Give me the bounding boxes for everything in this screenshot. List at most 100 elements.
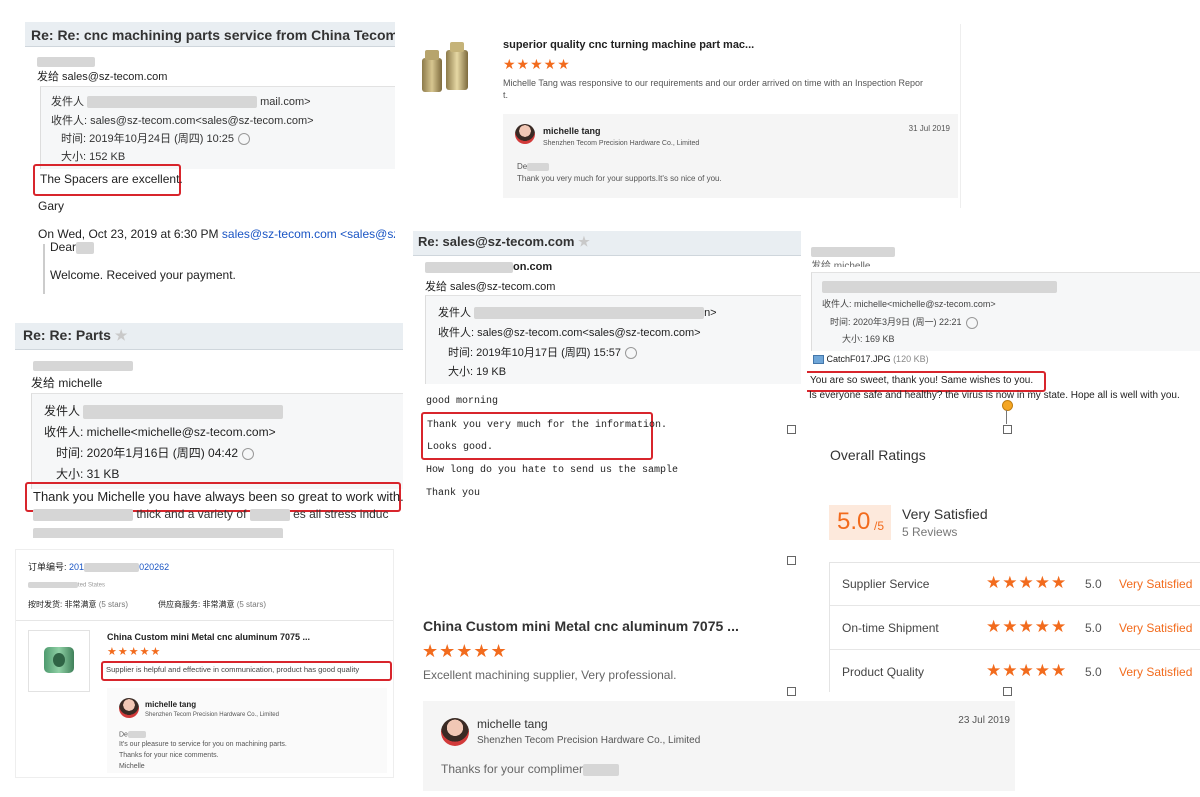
clock-icon bbox=[965, 316, 978, 329]
highlight-box: You are so sweet, thank you! Same wishes… bbox=[807, 371, 1046, 392]
highlight-line-2: Looks good. bbox=[427, 442, 494, 453]
ratings-heading: Overall Ratings bbox=[830, 447, 926, 463]
resize-handle[interactable] bbox=[1003, 425, 1012, 434]
attachment-name[interactable]: CatchF017.JPG bbox=[827, 354, 891, 364]
email-meta: 发件人 n> 收件人: sales@sz-tecom.com<sales@sz-… bbox=[425, 295, 801, 384]
product-title[interactable]: China Custom mini Metal cnc aluminum 707… bbox=[423, 618, 739, 634]
reply-line-2: Thanks for your nice comments. bbox=[119, 752, 219, 759]
reply-date: 23 Jul 2019 bbox=[958, 715, 1010, 726]
email-meta: 发件人 收件人: michelle<michelle@sz-tecom.com>… bbox=[31, 393, 403, 489]
to-line: 发给 michelle bbox=[31, 376, 103, 390]
email-header: Re: Re: cnc machining parts service from… bbox=[25, 22, 395, 47]
score-badge: 5.0 /5 bbox=[829, 505, 891, 540]
row-verdict: Very Satisfied bbox=[1119, 577, 1193, 591]
resize-handle[interactable] bbox=[1003, 687, 1012, 696]
highlight-text: Thank you Michelle you have always been … bbox=[33, 489, 403, 504]
row-name: On-time Shipment bbox=[842, 621, 939, 635]
row-verdict: Very Satisfied bbox=[1119, 665, 1193, 679]
size: 大小: 152 KB bbox=[61, 151, 126, 163]
resize-handle[interactable] bbox=[787, 425, 796, 434]
review-text: Excellent machining supplier, Very profe… bbox=[423, 668, 677, 682]
time: 时间: 2020年3月9日 (周一) 22:21 bbox=[830, 317, 962, 327]
thanks-line: Thank you bbox=[426, 488, 481, 499]
from-label: 发件人 bbox=[51, 96, 84, 108]
email-to: 发给 sales@sz-tecom.com bbox=[37, 56, 167, 84]
ship-rating: 按时发货: 非常满意 (5 stars) bbox=[28, 600, 129, 609]
rating-stars: ★★★★★ bbox=[107, 646, 162, 658]
quote-email-link[interactable]: sales@sz-tecom.com bbox=[222, 227, 337, 241]
from-tail: mail.com> bbox=[260, 96, 311, 108]
reply-dear: De bbox=[119, 731, 146, 738]
body-line-2: Is everyone safe and healthy? the virus … bbox=[809, 390, 1180, 401]
recipient: 收件人: michelle<michelle@sz-tecom.com> bbox=[822, 299, 996, 309]
avatar bbox=[119, 698, 139, 718]
row-name: Product Quality bbox=[842, 665, 925, 679]
email-panel-information: Re: sales@sz-tecom.com ★ on.com 发给 sales… bbox=[413, 231, 801, 531]
reply-company: Shenzhen Tecom Precision Hardware Co., L… bbox=[145, 712, 279, 718]
avatar bbox=[515, 124, 535, 144]
rating-stars: ★★★★★ bbox=[422, 641, 508, 661]
review-panel-turning-part: superior quality cnc turning machine par… bbox=[408, 24, 961, 208]
signature: Gary bbox=[38, 199, 65, 213]
product-title[interactable]: superior quality cnc turning machine par… bbox=[503, 39, 754, 51]
supplier-reply: michelle tang Shenzhen Tecom Precision H… bbox=[107, 688, 387, 773]
email-subject: Re: sales@sz-tecom.com ★ bbox=[418, 234, 590, 249]
attachment-size: (120 KB) bbox=[893, 354, 929, 364]
dear-line: Dear bbox=[50, 240, 95, 254]
row-stars: ★★★★★ bbox=[986, 573, 1068, 592]
to-line: 发给 sales@sz-tecom.com bbox=[37, 71, 168, 83]
resize-handle[interactable] bbox=[787, 556, 796, 565]
email-meta: 发件人 mail.com> 收件人: sales@sz-tecom.com<sa… bbox=[40, 86, 395, 169]
reply-name: michelle tang bbox=[477, 717, 548, 731]
row-value: 5.0 bbox=[1085, 577, 1102, 591]
image-file-icon bbox=[813, 355, 824, 365]
supplier-reply: michelle tang Shenzhen Tecom Precision H… bbox=[423, 701, 1015, 791]
rating-row: Product Quality ★★★★★ 5.0 Very Satisfied bbox=[830, 651, 1200, 691]
service-rating: 供应商服务: 非常满意 (5 stars) bbox=[158, 600, 267, 609]
buyer-country: ted States bbox=[28, 582, 105, 589]
product-title[interactable]: China Custom mini Metal cnc aluminum 707… bbox=[107, 632, 310, 642]
email-panel-parts: Re: Re: Parts ★ 发给 michelle 发件人 收件人: mic… bbox=[15, 323, 403, 538]
star-icon[interactable]: ★ bbox=[578, 234, 590, 249]
quote-email-link-2[interactable]: <sales@sz-tecom bbox=[340, 227, 395, 241]
body-line-2: thick and a variety of es all stress ind… bbox=[33, 507, 388, 521]
time: 时间: 2019年10月24日 (周四) 10:25 bbox=[61, 133, 235, 145]
avatar bbox=[441, 718, 469, 746]
reply-line-1: It's our pleasure to service for you on … bbox=[119, 741, 287, 748]
highlight-text: The Spacers are excellent. bbox=[40, 172, 183, 186]
rating-row: Supplier Service ★★★★★ 5.0 Very Satisfie… bbox=[830, 563, 1200, 606]
rating-stars: ★★★★★ bbox=[503, 56, 571, 72]
reply-dear: De bbox=[517, 162, 550, 171]
row-value: 5.0 bbox=[1085, 665, 1102, 679]
clock-icon bbox=[238, 133, 251, 146]
row-stars: ★★★★★ bbox=[986, 617, 1068, 636]
reply-company: Shenzhen Tecom Precision Hardware Co., L… bbox=[477, 735, 701, 746]
product-thumbnail[interactable] bbox=[416, 38, 478, 100]
star-icon[interactable]: ★ bbox=[115, 327, 128, 343]
highlight-box: Thank you very much for the information.… bbox=[421, 412, 667, 460]
reply-text: Thank you very much for your supports.It… bbox=[517, 174, 722, 183]
quote-intro: On Wed, Oct 23, 2019 at 6:30 PM bbox=[38, 227, 219, 241]
product-thumbnail[interactable] bbox=[28, 630, 90, 692]
size: 大小: 19 KB bbox=[448, 366, 507, 378]
ratings-table: Supplier Service ★★★★★ 5.0 Very Satisfie… bbox=[829, 562, 1200, 692]
order-review-panel: 订单编号: 201 020262 ted States 按时发货: 非常满意 (5… bbox=[15, 549, 394, 778]
highlight-text: You are so sweet, thank you! Same wishes… bbox=[810, 375, 1034, 386]
row-verdict: Very Satisfied bbox=[1119, 621, 1193, 635]
highlight-box: The Spacers are excellent. bbox=[33, 164, 183, 196]
review-count: 5 Reviews bbox=[902, 525, 958, 539]
row-value: 5.0 bbox=[1085, 621, 1102, 635]
rating-row: On-time Shipment ★★★★★ 5.0 Very Satisfie… bbox=[830, 607, 1200, 650]
email-subject: Re: Re: cnc machining parts service from… bbox=[31, 27, 395, 43]
from-label: 发件人 bbox=[44, 404, 81, 418]
review-text: Michelle Tang was responsive to our requ… bbox=[503, 78, 924, 100]
recipient: 收件人: michelle<michelle@sz-tecom.com> bbox=[44, 425, 276, 439]
attachment[interactable]: CatchF017.JPG (120 KB) bbox=[813, 354, 929, 365]
supplier-reply: michelle tang Shenzhen Tecom Precision H… bbox=[503, 114, 958, 198]
score-value: 5.0 bbox=[837, 508, 871, 535]
reply-line-3: Michelle bbox=[119, 763, 145, 770]
resize-handle[interactable] bbox=[787, 687, 796, 696]
rotate-handle[interactable] bbox=[1002, 400, 1013, 411]
question-line: How long do you hate to send us the samp… bbox=[426, 465, 679, 476]
email-meta: 收件人: michelle<michelle@sz-tecom.com> 时间:… bbox=[811, 272, 1200, 351]
